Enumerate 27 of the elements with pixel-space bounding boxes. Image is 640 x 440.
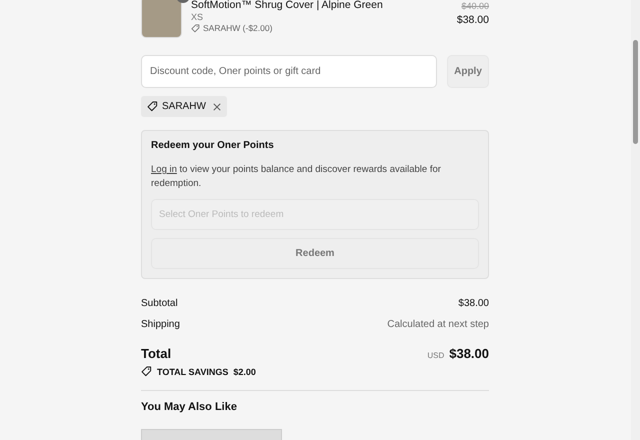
total-savings-value: $2.00	[233, 366, 256, 376]
shipping-label: Shipping	[141, 319, 180, 330]
subtotal-label: Subtotal	[141, 298, 178, 309]
product-variant: XS	[191, 12, 204, 22]
discount-code: SARAHW	[162, 101, 206, 112]
total-savings-label: TOTAL SAVINGS	[157, 366, 228, 376]
login-message: Log in to view your points balance and discover rewards available for redemption.	[151, 163, 442, 191]
product-name: SoftMotion™ Shrug Cover | Alpine Green	[191, 0, 384, 11]
tag-icon	[147, 101, 158, 112]
apply-button[interactable]: Apply	[447, 55, 489, 88]
tag-icon	[141, 366, 152, 377]
photo-placeholder	[141, 0, 182, 38]
subtotal-value: $38.00	[458, 298, 489, 309]
discount-label: SARAHW (-$2.00)	[203, 23, 272, 33]
total-value: $38.00	[449, 346, 489, 361]
discount-code-field[interactable]: Discount code, Oner points or gift card	[141, 55, 437, 88]
product-price: $38.00	[456, 14, 489, 26]
original-price: $40.00	[461, 1, 489, 11]
scrollbar[interactable]	[631, 0, 640, 440]
tag-icon	[191, 24, 200, 32]
shipping-value: Calculated at next step	[387, 319, 489, 330]
section-heading: You May Also Like	[141, 401, 238, 413]
remove-icon[interactable]	[212, 102, 221, 110]
total-label: Total	[141, 346, 172, 361]
scrollbar-thumb[interactable]	[633, 40, 638, 144]
currency-label: USD	[427, 351, 444, 360]
panel-title: Redeem your Oner Points	[151, 140, 275, 151]
